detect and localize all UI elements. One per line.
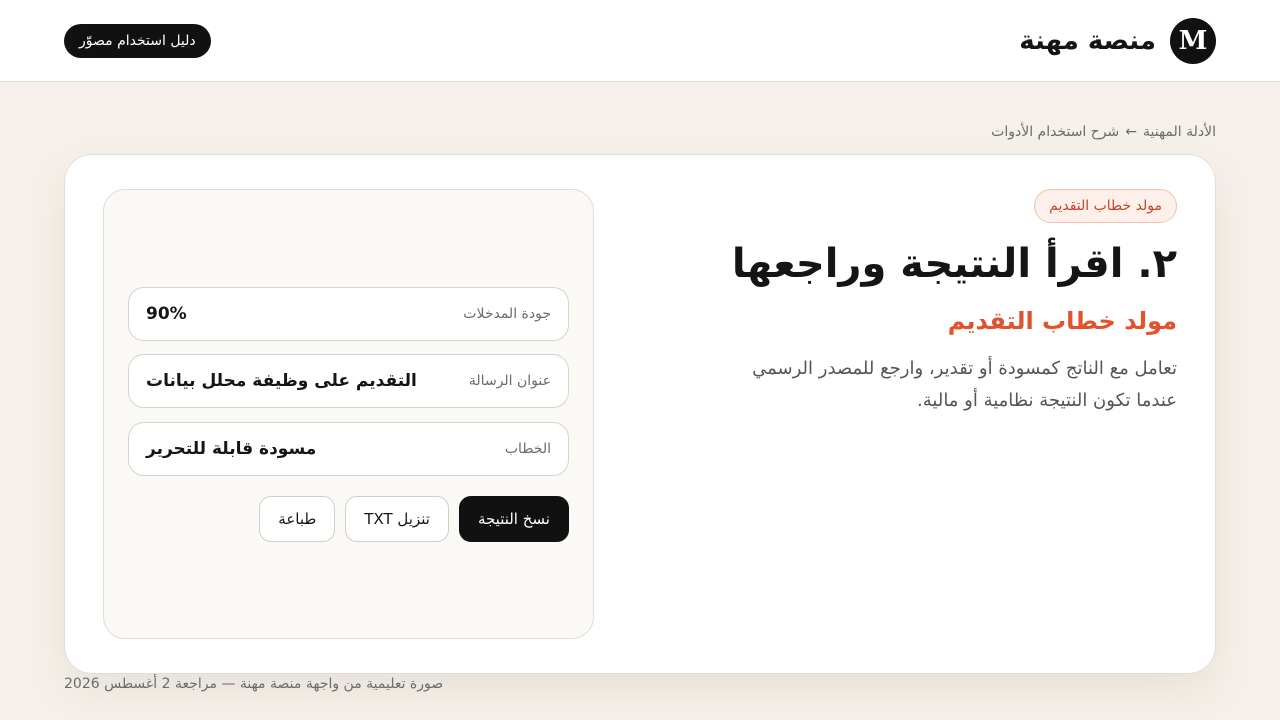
breadcrumb-separator: ← — [1125, 124, 1137, 140]
tool-subtitle: مولد خطاب التقديم — [947, 307, 1177, 335]
footer-note: صورة تعليمية من واجهة منصة مهنة — مراجعة… — [64, 676, 444, 692]
tool-badge: مولد خطاب التقديم — [1034, 189, 1177, 223]
breadcrumb-parent-link[interactable]: الأدلة المهنية — [1143, 124, 1216, 140]
print-button[interactable]: طباعة — [259, 496, 336, 542]
brand-name: منصة مهنة — [1019, 26, 1156, 56]
illustrated-guide-button[interactable]: دليل استخدام مصوّر — [64, 24, 211, 58]
field-value: 90% — [146, 304, 187, 324]
top-bar: M منصة مهنة دليل استخدام مصوّر — [0, 0, 1280, 82]
copy-result-button[interactable]: نسخ النتيجة — [458, 496, 569, 542]
input-quality-field: جودة المدخلات 90% — [128, 287, 569, 341]
field-value: مسودة قابلة للتحرير — [146, 439, 317, 459]
letter-title-field: عنوان الرسالة التقديم على وظيفة محلل بيا… — [128, 354, 569, 408]
step-card: مولد خطاب التقديم ٢. اقرأ النتيجة وراجعه… — [64, 154, 1216, 674]
field-label: جودة المدخلات — [463, 306, 551, 322]
brand[interactable]: M منصة مهنة — [1019, 18, 1216, 64]
letter-field: الخطاب مسودة قابلة للتحرير — [128, 422, 569, 476]
breadcrumb-current: شرح استخدام الأدوات — [991, 124, 1120, 140]
result-panel: جودة المدخلات 90% عنوان الرسالة التقديم … — [103, 189, 594, 639]
field-value: التقديم على وظيفة محلل بيانات — [146, 371, 417, 391]
breadcrumb: الأدلة المهنية ← شرح استخدام الأدوات — [991, 124, 1216, 140]
result-actions: نسخ النتيجة تنزيل TXT طباعة — [259, 496, 569, 542]
brand-logo: M — [1170, 18, 1216, 64]
step-description: تعامل مع الناتج كمسودة أو تقدير، وارجع ل… — [752, 358, 1177, 411]
download-txt-button[interactable]: تنزيل TXT — [345, 496, 449, 542]
field-label: عنوان الرسالة — [468, 373, 551, 389]
field-label: الخطاب — [504, 441, 551, 457]
page-title: ٢. اقرأ النتيجة وراجعها — [731, 241, 1177, 287]
